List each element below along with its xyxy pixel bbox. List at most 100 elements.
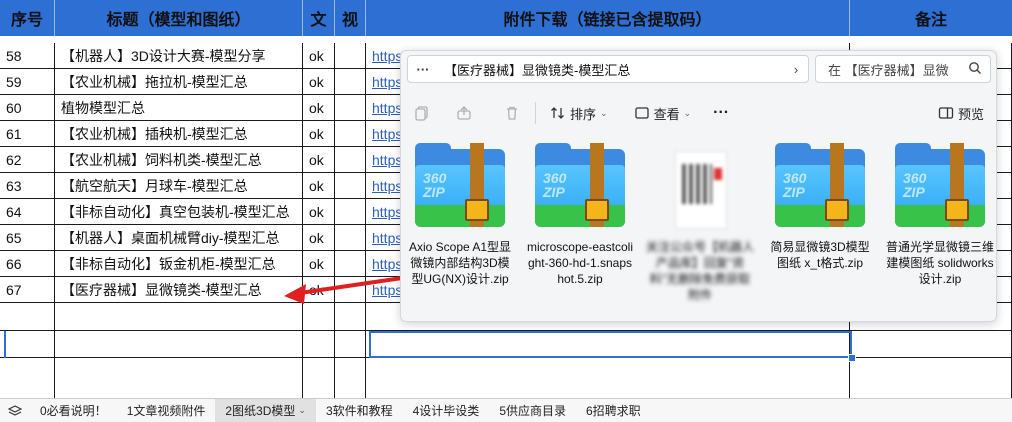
empty-cell[interactable] [0, 358, 55, 398]
copy-icon[interactable] [405, 105, 439, 121]
cell-video[interactable] [335, 43, 366, 68]
file-item[interactable]: 360 ZIP Axio Scope A1型显微镜内部结构3D模型UG(NX)设计… [405, 143, 515, 287]
cell-num[interactable]: 67 [0, 277, 55, 302]
cell-title[interactable]: 植物模型汇总 [55, 95, 303, 120]
chevron-right-icon[interactable]: › [784, 62, 808, 77]
selection-marker [4, 331, 6, 358]
empty-cell[interactable] [0, 303, 55, 331]
cell-doc[interactable]: ok [303, 277, 335, 302]
cell-num[interactable]: 60 [0, 95, 55, 120]
header-download[interactable]: 附件下载（链接已含提取码） [366, 0, 850, 36]
empty-cell[interactable] [335, 303, 366, 331]
empty-cell[interactable] [55, 303, 303, 331]
cell-doc[interactable]: ok [303, 43, 335, 68]
fill-handle[interactable] [848, 354, 856, 362]
preview-button[interactable]: 预览 [938, 104, 984, 123]
cell-video[interactable] [335, 69, 366, 94]
sort-button[interactable]: 排序 ⌄ [550, 104, 608, 123]
file-item[interactable]: 360 ZIP 普通光学显微镜三维建模图纸 solidworks设计.zip [885, 143, 995, 287]
cell-num[interactable]: 63 [0, 173, 55, 198]
file-grid: 360 ZIP Axio Scope A1型显微镜内部结构3D模型UG(NX)设计… [401, 143, 996, 321]
cell-num[interactable]: 58 [0, 43, 55, 68]
header-title[interactable]: 标题（模型和图纸） [55, 0, 303, 36]
cell-video[interactable] [335, 95, 366, 120]
file-item[interactable]: 关注公众号【机器人产品库】回复"资料"无删除免费获取附件 [645, 143, 755, 303]
cell-num[interactable]: 61 [0, 121, 55, 146]
cell-title[interactable]: 【航空航天】月球车-模型汇总 [55, 173, 303, 198]
empty-cell[interactable] [850, 358, 1012, 398]
sheet-tab-bar: 0必看说明！ 1文章视频附件 2图纸3D模型 ⌄ 3软件和教程 4设计毕设类 5供… [0, 398, 1012, 422]
sheet-tab-3[interactable]: 3软件和教程 [316, 399, 403, 422]
cell-title[interactable]: 【医疗器械】显微镜类-模型汇总 [55, 277, 303, 302]
cell-doc[interactable]: ok [303, 147, 335, 172]
header-doc[interactable]: 文 [303, 0, 335, 36]
empty-row[interactable] [0, 358, 1012, 398]
share-icon[interactable] [439, 105, 489, 121]
delete-icon[interactable] [489, 105, 535, 121]
cell-video[interactable] [335, 251, 366, 276]
cell-num[interactable]: 65 [0, 225, 55, 250]
more-path-icon[interactable]: ··· [408, 62, 438, 77]
search-input[interactable]: 在 【医疗器械】显微 [815, 55, 991, 83]
cell-title[interactable]: 【机器人】3D设计大赛-模型分享 [55, 43, 303, 68]
sheet-tab-5[interactable]: 5供应商目录 [489, 399, 576, 422]
search-placeholder: 在 【医疗器械】显微 [828, 62, 949, 78]
cell-doc[interactable]: ok [303, 251, 335, 276]
view-button[interactable]: 查看 ⌄ [634, 104, 691, 123]
address-bar[interactable]: ··· 【医疗器械】显微镜类-模型汇总 › [407, 55, 809, 83]
cell-doc[interactable]: ok [303, 69, 335, 94]
cell-title[interactable]: 【非标自动化】真空包装机-模型汇总 [55, 199, 303, 224]
file-item[interactable]: 360 ZIP microscope-eastcolight-360-hd-1.s… [525, 143, 635, 287]
header-notes[interactable]: 备注 [850, 0, 1012, 36]
sheet-tab-1[interactable]: 1文章视频附件 [117, 399, 216, 422]
cell-num[interactable]: 59 [0, 69, 55, 94]
empty-cell[interactable] [366, 358, 850, 398]
cell-num[interactable]: 66 [0, 251, 55, 276]
selected-cell[interactable] [369, 331, 852, 358]
cell-doc[interactable]: ok [303, 95, 335, 120]
search-icon[interactable] [968, 61, 990, 78]
cell-title[interactable]: 【非标自动化】钣金机柜-模型汇总 [55, 251, 303, 276]
view-icon [634, 107, 649, 119]
empty-cell[interactable] [303, 303, 335, 331]
header-seq[interactable]: 序号 [0, 0, 55, 36]
empty-cell[interactable] [55, 358, 303, 398]
empty-cell[interactable] [335, 358, 366, 398]
file-item[interactable]: 360 ZIP 简易显微镜3D模型图纸 x_t格式.zip [765, 143, 875, 271]
breadcrumb[interactable]: 【医疗器械】显微镜类-模型汇总 [438, 60, 784, 79]
cell-video[interactable] [335, 121, 366, 146]
chevron-down-icon[interactable]: ⌄ [298, 405, 306, 416]
cell-num[interactable]: 62 [0, 147, 55, 172]
toolbar-divider [535, 102, 536, 124]
empty-cell[interactable] [335, 331, 366, 358]
empty-cell[interactable] [55, 331, 303, 358]
chevron-down-icon: ⌄ [600, 107, 608, 118]
empty-cell[interactable] [0, 331, 55, 358]
empty-cell[interactable] [303, 358, 335, 398]
cell-title[interactable]: 【农业机械】插秧机-模型汇总 [55, 121, 303, 146]
sheet-tab-6[interactable]: 6招聘求职 [576, 399, 651, 422]
cell-title[interactable]: 【农业机械】饲料机类-模型汇总 [55, 147, 303, 172]
sheet-tab-4[interactable]: 4设计毕设类 [403, 399, 490, 422]
cell-video[interactable] [335, 277, 366, 302]
cell-video[interactable] [335, 147, 366, 172]
cell-title[interactable]: 【机器人】桌面机械臂diy-模型汇总 [55, 225, 303, 250]
header-video[interactable]: 视 [335, 0, 366, 36]
cell-title[interactable]: 【农业机械】拖拉机-模型汇总 [55, 69, 303, 94]
sheet-tab-0[interactable]: 0必看说明！ [30, 399, 117, 422]
cell-video[interactable] [335, 199, 366, 224]
cell-doc[interactable]: ok [303, 199, 335, 224]
more-options-button[interactable]: ··· [713, 104, 729, 122]
cell-video[interactable] [335, 173, 366, 198]
sort-icon [551, 107, 564, 119]
empty-cell[interactable] [850, 331, 1012, 358]
cell-num[interactable]: 64 [0, 199, 55, 224]
sheets-menu-icon[interactable] [0, 404, 30, 418]
cell-doc[interactable]: ok [303, 173, 335, 198]
empty-cell[interactable] [303, 331, 335, 358]
cell-video[interactable] [335, 225, 366, 250]
sheet-tab-2[interactable]: 2图纸3D模型 ⌄ [215, 399, 316, 422]
cell-doc[interactable]: ok [303, 121, 335, 146]
zip-icon: 360 ZIP [533, 143, 627, 235]
cell-doc[interactable]: ok [303, 225, 335, 250]
